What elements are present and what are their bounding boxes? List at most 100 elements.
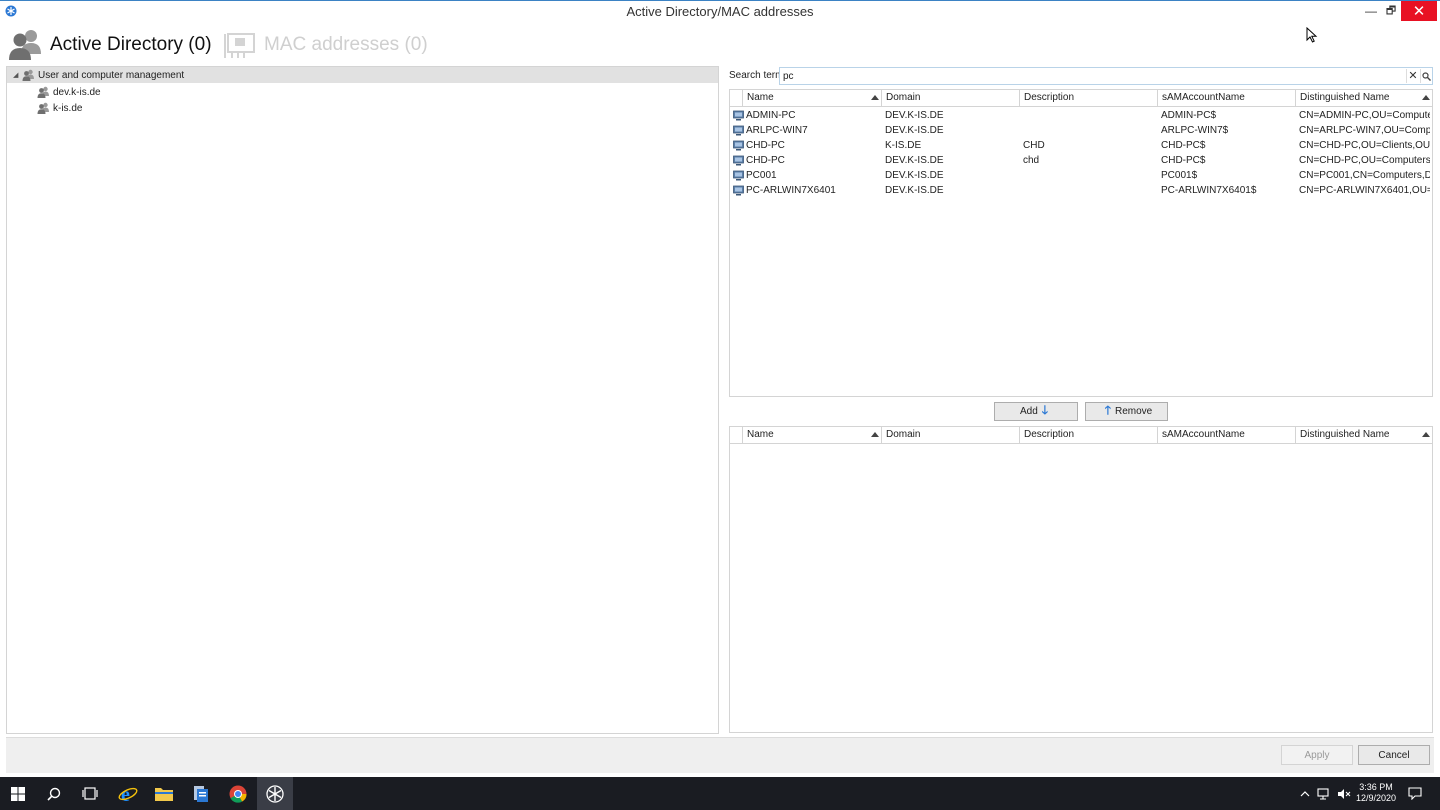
cell-description xyxy=(1023,108,1155,123)
window-title: Active Directory/MAC addresses xyxy=(626,4,814,19)
column-header-samaccountname[interactable]: sAMAccountName xyxy=(1157,427,1295,443)
clear-search-button[interactable]: ✕ xyxy=(1406,69,1419,83)
cell-distinguished-name: CN=CHD-PC,OU=Clients,OU=C... xyxy=(1299,140,1430,151)
windows-start-icon xyxy=(11,786,25,801)
tab-mac-addresses[interactable]: MAC addresses (0) xyxy=(222,26,428,64)
grid-header: Name Domain Description sAMAccountName D… xyxy=(730,427,1432,444)
dialog-footer xyxy=(6,737,1434,773)
sort-ascending-icon xyxy=(871,95,879,100)
table-row[interactable]: PC001 DEV.K-IS.DE PC001$ CN=PC001,CN=Comput… xyxy=(730,168,1432,183)
internet-explorer-icon: e xyxy=(118,784,138,804)
column-header-name[interactable]: Name xyxy=(742,90,881,106)
network-card-icon xyxy=(224,33,255,58)
notifications-button[interactable] xyxy=(1397,777,1433,810)
cell-distinguished-name: CN=PC001,CN=Computers,DC... xyxy=(1299,170,1430,181)
cell-name: PC-ARLWIN7X6401 xyxy=(746,185,836,196)
taskbar-server-manager[interactable] xyxy=(183,777,219,810)
remove-button[interactable]: 🡑 Remove xyxy=(1085,402,1168,421)
tree-root[interactable]: ◢ User and computer management xyxy=(7,67,718,83)
arrow-up-icon: 🡑 xyxy=(1104,403,1111,417)
table-row[interactable]: CHD-PC K-IS.DE CHD CHD-PC$ CN=CHD-PC,OU=Clie… xyxy=(730,138,1432,153)
mouse-cursor-icon xyxy=(1306,27,1318,43)
system-tray xyxy=(1300,777,1351,810)
users-icon xyxy=(9,30,41,60)
taskbar-chrome[interactable] xyxy=(220,777,256,810)
chrome-icon xyxy=(229,785,247,803)
column-header-distinguished-name[interactable]: Distinguished Name xyxy=(1295,90,1432,106)
table-row[interactable]: PC-ARLWIN7X6401 DEV.K-IS.DE PC-ARLWIN7X640… xyxy=(730,183,1432,198)
taskbar-active-app[interactable] xyxy=(257,777,293,810)
column-header-domain[interactable]: Domain xyxy=(881,427,1019,443)
search-button[interactable] xyxy=(1420,69,1432,83)
computer-icon xyxy=(733,140,744,151)
computer-icon xyxy=(733,155,744,166)
chevron-up-icon[interactable] xyxy=(1300,790,1310,798)
title-bar: Active Directory/MAC addresses — 🗗 ✕ xyxy=(0,0,1440,22)
add-label: Add xyxy=(1019,406,1038,417)
cell-domain: DEV.K-IS.DE xyxy=(885,110,944,121)
sort-ascending-icon xyxy=(1422,95,1430,100)
add-button[interactable]: Add 🡓 xyxy=(994,402,1078,421)
cell-description xyxy=(1023,168,1155,183)
cell-domain: DEV.K-IS.DE xyxy=(885,185,944,196)
start-button[interactable] xyxy=(0,777,36,810)
cell-name: ADMIN-PC xyxy=(746,110,796,121)
cell-samaccountname: ADMIN-PC$ xyxy=(1161,110,1217,121)
column-header-description[interactable]: Description xyxy=(1019,427,1157,443)
cell-samaccountname: PC-ARLWIN7X6401$ xyxy=(1161,185,1257,196)
cell-name: CHD-PC xyxy=(746,140,785,151)
volume-muted-icon[interactable] xyxy=(1337,788,1351,800)
cancel-button[interactable]: Cancel xyxy=(1358,745,1430,765)
cell-name: PC001 xyxy=(746,170,777,181)
cell-distinguished-name: CN=ARLPC-WIN7,OU=Comput... xyxy=(1299,125,1430,136)
cell-domain: DEV.K-IS.DE xyxy=(885,125,944,136)
network-icon[interactable] xyxy=(1317,787,1331,800)
cell-description xyxy=(1023,183,1155,198)
apply-button[interactable]: Apply xyxy=(1281,745,1353,765)
search-icon xyxy=(1422,71,1431,81)
table-row[interactable]: ADMIN-PC DEV.K-IS.DE ADMIN-PC$ CN=ADMIN-PC,… xyxy=(730,108,1432,123)
cell-distinguished-name: CN=ADMIN-PC,OU=Computer... xyxy=(1299,110,1430,121)
cell-domain: K-IS.DE xyxy=(885,140,922,151)
cell-samaccountname: ARLPC-WIN7$ xyxy=(1161,125,1229,136)
table-row[interactable]: CHD-PC DEV.K-IS.DE chd CHD-PC$ CN=CHD-PC,OU=… xyxy=(730,153,1432,168)
cell-description xyxy=(1023,123,1155,138)
column-header-description[interactable]: Description xyxy=(1019,90,1157,106)
tree-item-label: dev.k-is.de xyxy=(53,86,101,98)
column-header-distinguished-name[interactable]: Distinguished Name xyxy=(1295,427,1432,443)
cell-name: CHD-PC xyxy=(746,155,785,166)
tree-item-k-is-de[interactable]: k-is.de xyxy=(37,100,82,116)
cell-samaccountname: CHD-PC$ xyxy=(1161,140,1206,151)
taskbar-file-explorer[interactable] xyxy=(146,777,182,810)
search-input[interactable] xyxy=(783,70,1403,83)
cell-domain: DEV.K-IS.DE xyxy=(885,170,944,181)
users-icon xyxy=(22,69,34,81)
taskbar-clock[interactable]: 3:36 PM 12/9/2020 xyxy=(1350,782,1402,804)
grid-header: Name Domain Description sAMAccountName D… xyxy=(730,90,1432,107)
server-manager-icon xyxy=(194,785,208,802)
task-view-icon xyxy=(82,787,98,800)
tree-root-label: User and computer management xyxy=(38,69,185,81)
close-button[interactable]: ✕ xyxy=(1401,1,1437,21)
taskbar: e 3:36 PM 12/9/2020 xyxy=(0,777,1440,810)
results-grid: Name Domain Description sAMAccountName D… xyxy=(729,89,1433,397)
remove-label: Remove xyxy=(1115,406,1153,417)
arrow-down-icon: 🡓 xyxy=(1041,403,1049,417)
task-view-button[interactable] xyxy=(72,777,108,810)
column-header-domain[interactable]: Domain xyxy=(881,90,1019,106)
tab-active-directory[interactable]: Active Directory (0) xyxy=(8,26,212,64)
computer-icon xyxy=(733,110,744,121)
column-header-samaccountname[interactable]: sAMAccountName xyxy=(1157,90,1295,106)
table-row[interactable]: ARLPC-WIN7 DEV.K-IS.DE ARLPC-WIN7$ CN=ARLPC… xyxy=(730,123,1432,138)
tree-item-label: k-is.de xyxy=(53,102,83,114)
cell-domain: DEV.K-IS.DE xyxy=(885,155,944,166)
column-header-name[interactable]: Name xyxy=(742,427,881,443)
computer-icon xyxy=(733,125,744,136)
file-explorer-icon xyxy=(155,788,173,801)
tree-item-dev-k-is-de[interactable]: dev.k-is.de xyxy=(37,84,101,100)
cell-distinguished-name: CN=CHD-PC,OU=Computers-... xyxy=(1299,155,1430,166)
taskbar-search-button[interactable] xyxy=(36,777,72,810)
computer-icon xyxy=(733,170,744,181)
taskbar-internet-explorer[interactable]: e xyxy=(110,777,146,810)
expand-toggle-icon[interactable]: ◢ xyxy=(13,71,22,80)
